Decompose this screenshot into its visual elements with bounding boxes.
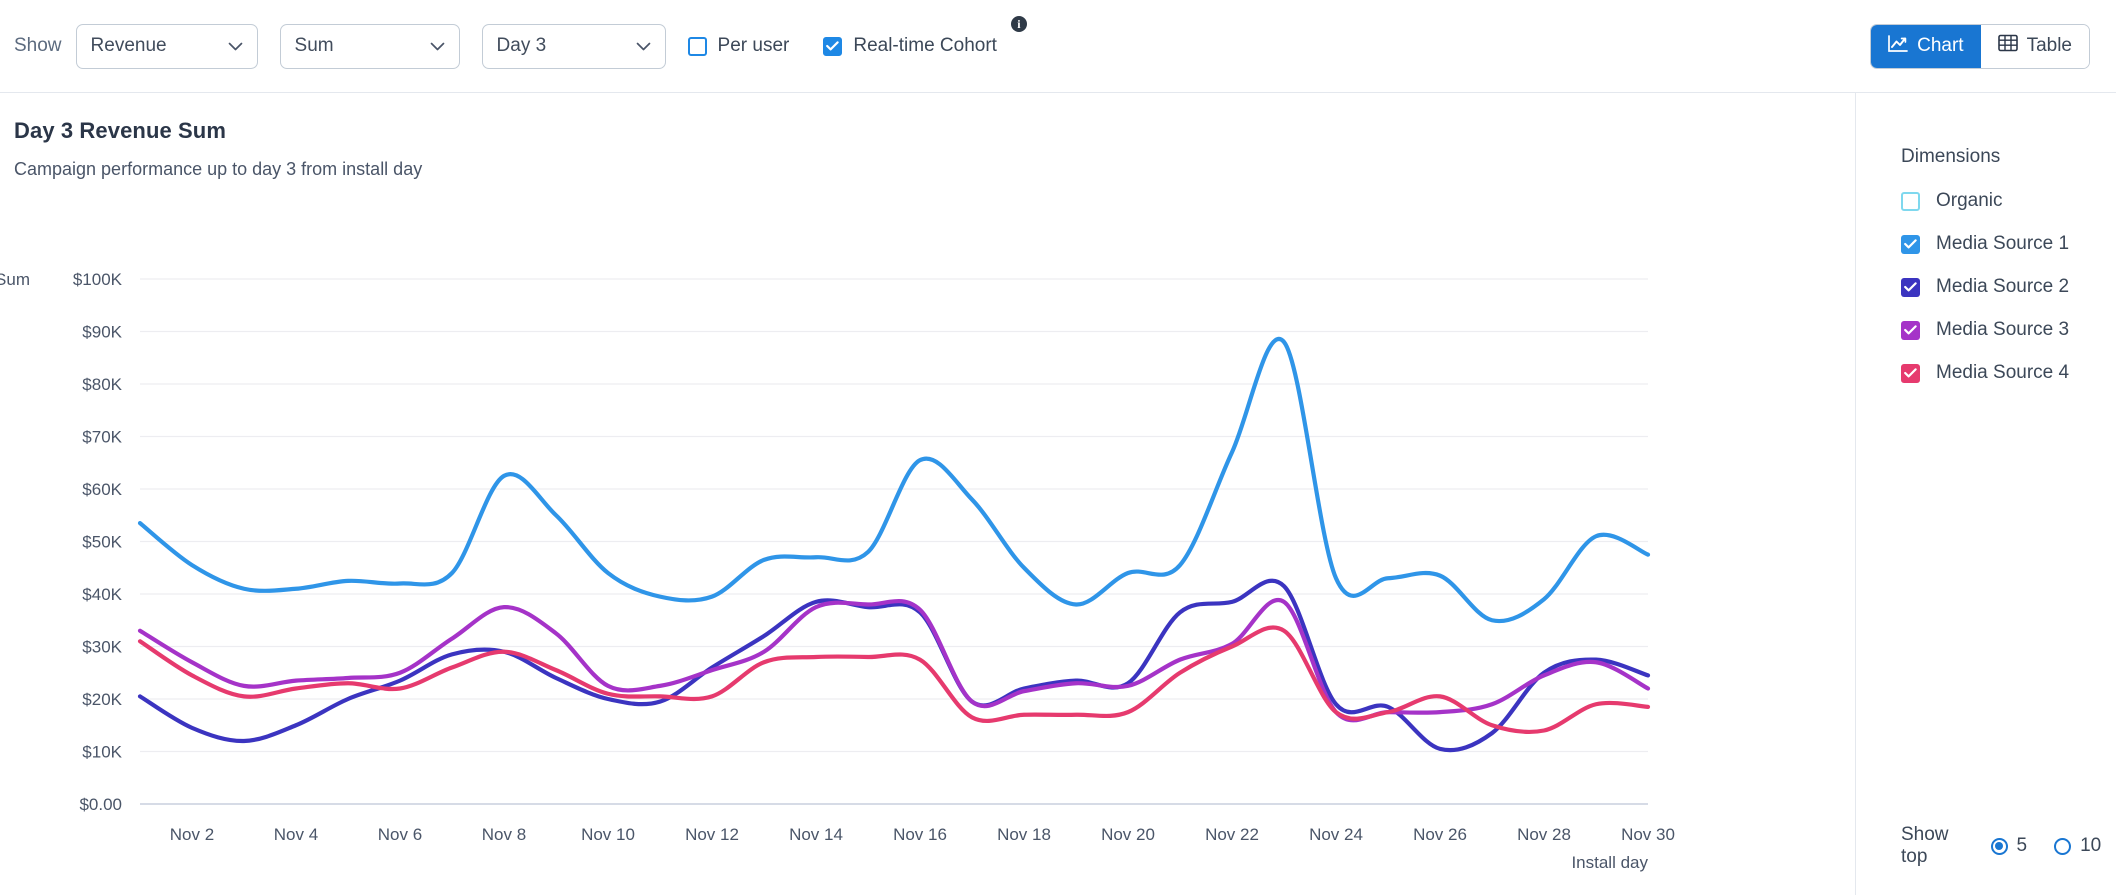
dimension-checkbox[interactable] bbox=[1901, 277, 1920, 297]
x-axis-tick-label: Nov 30 bbox=[1621, 825, 1675, 844]
tab-chart-label: Chart bbox=[1917, 35, 1964, 56]
per-user-label: Per user bbox=[717, 35, 790, 56]
x-axis-tick-label: Nov 24 bbox=[1309, 825, 1363, 844]
chevron-down-icon bbox=[228, 42, 243, 51]
real-time-cohort-checkbox[interactable] bbox=[823, 36, 843, 56]
x-axis-tick-label: Nov 2 bbox=[170, 825, 214, 844]
dimension-label: Media Source 2 bbox=[1936, 276, 2070, 297]
chart-svg: $0.00 $10K $20K $30K $40K $50K $60K $70K $80K $90… bbox=[0, 270, 1675, 872]
table-icon bbox=[1997, 34, 2018, 58]
y-axis-tick-label: $100K bbox=[73, 270, 123, 289]
x-axis-tick-label: Nov 6 bbox=[378, 825, 422, 844]
tab-table[interactable]: Table bbox=[1980, 24, 2089, 68]
dimension-checkbox[interactable] bbox=[1901, 363, 1920, 383]
cohort-day-select[interactable]: Day 3 bbox=[481, 23, 666, 69]
x-axis-tick-label: Nov 26 bbox=[1413, 825, 1467, 844]
dimension-item-2[interactable]: Media Source 2 bbox=[1901, 271, 2111, 303]
dimension-item-0[interactable]: Organic bbox=[1901, 185, 2111, 217]
view-toggle: Chart Table bbox=[1870, 23, 2090, 69]
series-line bbox=[137, 625, 1651, 735]
x-axis-tick-label: Nov 20 bbox=[1101, 825, 1155, 844]
dimension-label: Media Source 3 bbox=[1936, 319, 2070, 340]
x-axis-tick-label: Nov 18 bbox=[997, 825, 1051, 844]
dimension-checkbox[interactable] bbox=[1901, 191, 1920, 211]
y-axis-tick-label: $0.00 bbox=[79, 795, 122, 814]
y-axis-tick-label: $10K bbox=[82, 743, 122, 762]
dimension-label: Media Source 4 bbox=[1936, 362, 2070, 383]
y-axis-tick-label: $30K bbox=[82, 638, 122, 657]
metric-select-value: Revenue bbox=[90, 35, 167, 56]
info-icon[interactable]: i bbox=[1010, 16, 1027, 32]
chart-panel: Day 3 Revenue Sum Campaign performance u… bbox=[0, 93, 1855, 895]
x-axis-tick-label: Nov 22 bbox=[1205, 825, 1259, 844]
x-axis-tick-label: Nov 10 bbox=[581, 825, 635, 844]
dimension-checkbox[interactable] bbox=[1901, 234, 1920, 254]
dimension-item-1[interactable]: Media Source 1 bbox=[1901, 228, 2111, 260]
y-axis-tick-label: $90K bbox=[82, 323, 122, 342]
tab-chart[interactable]: Chart bbox=[1871, 24, 1981, 68]
analytics-dashboard: Show Revenue Sum Day 3 Per user Real-tim… bbox=[0, 0, 2116, 895]
aggregation-select[interactable]: Sum bbox=[279, 23, 460, 69]
y-axis-tick-label: $70K bbox=[82, 428, 122, 447]
series-line bbox=[137, 578, 1651, 753]
dimension-checkbox[interactable] bbox=[1901, 320, 1920, 340]
show-top-option-5-label: 5 bbox=[2016, 835, 2028, 856]
x-axis-tick-label: Nov 8 bbox=[482, 825, 526, 844]
radio-5-icon[interactable] bbox=[1990, 837, 2008, 855]
series-line bbox=[137, 597, 1651, 723]
real-time-cohort-label: Real-time Cohort bbox=[853, 35, 997, 56]
show-top-option-10-label: 10 bbox=[2080, 835, 2102, 856]
info-tooltip-wrap: i bbox=[1010, 16, 1027, 32]
x-axis-tick-label: Nov 4 bbox=[274, 825, 318, 844]
metric-select[interactable]: Revenue bbox=[75, 23, 258, 69]
aggregation-select-value: Sum bbox=[294, 35, 334, 56]
radio-10-icon[interactable] bbox=[2054, 837, 2072, 855]
dimension-label: Organic bbox=[1936, 190, 2003, 211]
x-axis-tick-label: Nov 14 bbox=[789, 825, 843, 844]
per-user-checkbox[interactable] bbox=[687, 36, 707, 56]
dimensions-sidebar: Dimensions Organic Media Source 1 Media So… bbox=[1856, 93, 2116, 895]
dimensions-title: Dimensions bbox=[1901, 146, 2001, 167]
dimension-label: Media Source 1 bbox=[1936, 233, 2070, 254]
chart-icon bbox=[1888, 34, 1908, 58]
y-axis-tick-label: $80K bbox=[82, 375, 122, 394]
chevron-down-icon bbox=[636, 42, 651, 51]
line-chart: $0.00 $10K $20K $30K $40K $50K $60K $70K $80K $90… bbox=[0, 93, 1855, 895]
show-top-option-10[interactable]: 10 bbox=[2054, 835, 2101, 857]
y-axis-title: Sum bbox=[0, 270, 30, 289]
x-axis-tick-label: Nov 12 bbox=[685, 825, 739, 844]
real-time-cohort-checkbox-group[interactable]: Real-time Cohort bbox=[823, 35, 997, 57]
y-axis-tick-label: $20K bbox=[82, 690, 122, 709]
show-top-control: Show top 5 10 bbox=[1901, 824, 2116, 868]
dimensions-list: Organic Media Source 1 Media Source 2 Media… bbox=[1901, 185, 2111, 400]
series-line bbox=[137, 337, 1651, 624]
y-axis-tick-label: $50K bbox=[82, 533, 122, 552]
top-toolbar: Show Revenue Sum Day 3 Per user Real-tim… bbox=[0, 0, 2116, 92]
x-axis-tick-label: Nov 16 bbox=[893, 825, 947, 844]
y-axis-tick-label: $60K bbox=[82, 480, 122, 499]
show-top-label: Show top bbox=[1901, 824, 1949, 867]
dimension-item-3[interactable]: Media Source 3 bbox=[1901, 314, 2111, 346]
x-axis-title: Install day bbox=[1571, 853, 1648, 872]
show-label: Show bbox=[14, 35, 62, 56]
cohort-day-select-value: Day 3 bbox=[496, 35, 547, 56]
per-user-checkbox-group[interactable]: Per user bbox=[687, 35, 790, 57]
y-axis-tick-label: $40K bbox=[82, 585, 122, 604]
dimension-item-4[interactable]: Media Source 4 bbox=[1901, 357, 2111, 389]
x-axis-tick-label: Nov 28 bbox=[1517, 825, 1571, 844]
show-top-option-5[interactable]: 5 bbox=[1990, 835, 2028, 857]
chevron-down-icon bbox=[430, 42, 445, 51]
tab-table-label: Table bbox=[2026, 35, 2072, 56]
